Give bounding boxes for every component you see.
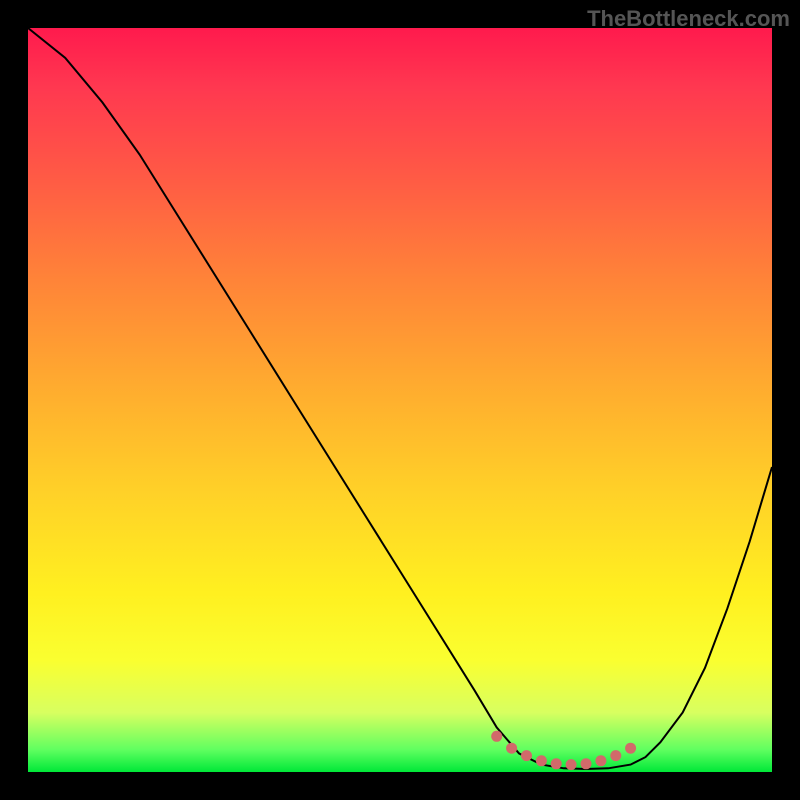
curve-line: [28, 28, 772, 769]
highlight-dot: [506, 743, 517, 754]
highlight-dot: [625, 743, 636, 754]
highlight-dot: [581, 758, 592, 769]
highlight-dot: [551, 758, 562, 769]
highlight-dot: [491, 731, 502, 742]
chart-container: TheBottleneck.com: [0, 0, 800, 800]
highlight-dot: [566, 759, 577, 770]
highlight-dots-group: [491, 731, 636, 770]
chart-svg: [28, 28, 772, 772]
highlight-dot: [536, 755, 547, 766]
highlight-dot: [521, 750, 532, 761]
plot-area: [28, 28, 772, 772]
watermark-text: TheBottleneck.com: [587, 6, 790, 32]
highlight-dot: [610, 750, 621, 761]
highlight-dot: [595, 755, 606, 766]
